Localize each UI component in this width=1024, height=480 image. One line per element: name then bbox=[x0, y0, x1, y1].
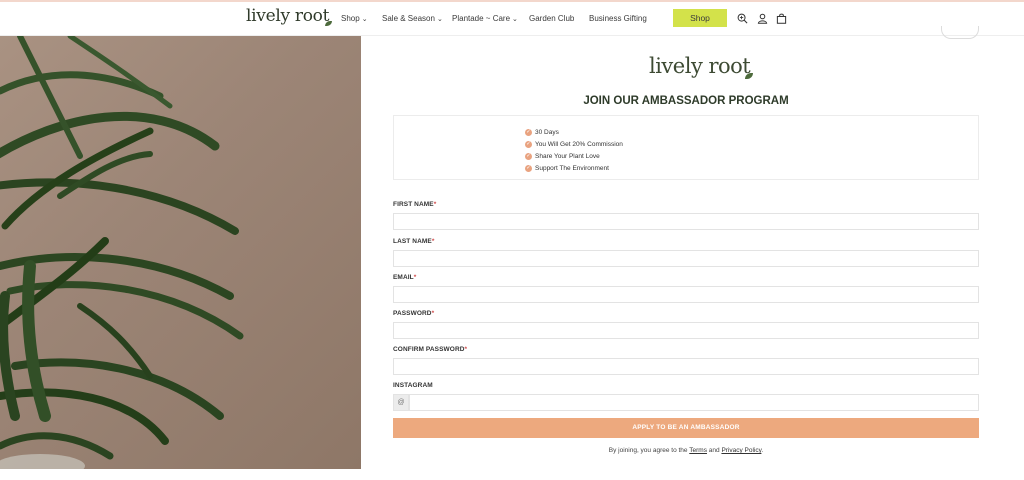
benefit-item: ✓ You Will Get 20% Commission bbox=[525, 140, 623, 149]
chevron-down-icon: ⌄ bbox=[436, 16, 443, 23]
apply-ambassador-button[interactable]: APPLY TO BE AN AMBASSADOR bbox=[393, 418, 979, 438]
bag-icon[interactable] bbox=[776, 13, 787, 24]
benefit-text: Share Your Plant Love bbox=[535, 153, 600, 160]
chevron-down-icon: ⌄ bbox=[361, 16, 368, 23]
instagram-prefix: @ bbox=[393, 394, 409, 411]
page-title: JOIN OUR AMBASSADOR PROGRAM bbox=[583, 95, 789, 107]
floating-tab[interactable] bbox=[941, 26, 979, 39]
instagram-field[interactable] bbox=[409, 394, 979, 411]
required-mark: * bbox=[431, 310, 435, 317]
chevron-down-icon: ⌄ bbox=[512, 16, 518, 23]
agreement-and: and bbox=[708, 447, 720, 454]
main-logo-text: lively root bbox=[649, 54, 751, 78]
terms-link[interactable]: Terms bbox=[689, 447, 707, 454]
benefit-text: You Will Get 20% Commission bbox=[535, 141, 623, 148]
confirm-password-field[interactable] bbox=[393, 358, 979, 375]
palm-leaves-illustration bbox=[0, 36, 244, 469]
check-icon: ✓ bbox=[525, 141, 532, 148]
required-mark: * bbox=[413, 274, 417, 281]
header-logo[interactable]: lively root bbox=[246, 6, 333, 26]
agreement-suffix: . bbox=[761, 447, 764, 454]
site-header: lively root Shop ⌄ Sale & Season ⌄ Plantad… bbox=[0, 2, 1024, 36]
benefit-text: 30 Days bbox=[535, 129, 559, 136]
first-name-label: FIRST NAME* bbox=[393, 201, 436, 208]
privacy-policy-link[interactable]: Privacy Policy bbox=[721, 447, 761, 454]
required-mark: * bbox=[431, 238, 435, 245]
agreement-text: By joining, you agree to the Terms and P… bbox=[393, 447, 979, 454]
nav-sale-season[interactable]: Sale & Season ⌄ bbox=[382, 14, 443, 23]
nav-garden-club-label: Garden Club bbox=[529, 14, 575, 23]
confirm-password-label-text: CONFIRM PASSWORD bbox=[393, 346, 465, 353]
nav-business-gifting-label: Business Gifting bbox=[589, 14, 647, 23]
benefit-text: Support The Environment bbox=[535, 165, 609, 172]
shop-button[interactable]: Shop bbox=[673, 9, 727, 27]
nav-plantade-care[interactable]: Plantade ~ Care ⌄ bbox=[452, 14, 518, 23]
last-name-label: LAST NAME* bbox=[393, 238, 434, 245]
confirm-password-label: CONFIRM PASSWORD* bbox=[393, 346, 467, 353]
last-name-field[interactable] bbox=[393, 250, 979, 267]
benefit-item: ✓ Share Your Plant Love bbox=[525, 152, 600, 161]
first-name-field[interactable] bbox=[393, 213, 979, 230]
main-logo: lively root bbox=[649, 54, 754, 79]
leaf-icon bbox=[325, 21, 333, 26]
required-mark: * bbox=[464, 346, 468, 353]
first-name-label-text: FIRST NAME bbox=[393, 201, 434, 208]
nav-shop-label: Shop bbox=[341, 14, 360, 23]
required-mark: * bbox=[433, 201, 437, 208]
email-label-text: EMAIL bbox=[393, 274, 414, 281]
password-field[interactable] bbox=[393, 322, 979, 339]
benefit-item: ✓ 30 Days bbox=[525, 128, 559, 137]
header-logo-text: lively root bbox=[246, 6, 330, 26]
check-icon: ✓ bbox=[525, 129, 532, 136]
leaf-icon bbox=[745, 73, 754, 79]
palm-plant-photo bbox=[0, 36, 361, 469]
nav-sale-season-label: Sale & Season bbox=[382, 14, 435, 23]
nav-shop[interactable]: Shop ⌄ bbox=[341, 14, 368, 23]
check-icon: ✓ bbox=[525, 153, 532, 160]
agreement-prefix: By joining, you agree to the bbox=[608, 447, 688, 454]
password-label: PASSWORD* bbox=[393, 310, 434, 317]
zoom-search-icon[interactable] bbox=[737, 13, 748, 24]
email-field[interactable] bbox=[393, 286, 979, 303]
benefits-box: ✓ 30 Days ✓ You Will Get 20% Commission ✓ S… bbox=[393, 115, 979, 180]
benefit-item: ✓ Support The Environment bbox=[525, 164, 609, 173]
last-name-label-text: LAST NAME bbox=[393, 238, 432, 245]
email-label: EMAIL* bbox=[393, 274, 416, 281]
nav-plantade-care-label: Plantade ~ Care bbox=[452, 14, 511, 23]
check-icon: ✓ bbox=[525, 165, 532, 172]
nav-business-gifting[interactable]: Business Gifting bbox=[589, 14, 647, 23]
instagram-label: INSTAGRAM bbox=[393, 382, 433, 389]
password-label-text: PASSWORD bbox=[393, 310, 432, 317]
nav-garden-club[interactable]: Garden Club bbox=[529, 14, 574, 23]
user-icon[interactable] bbox=[757, 13, 768, 24]
